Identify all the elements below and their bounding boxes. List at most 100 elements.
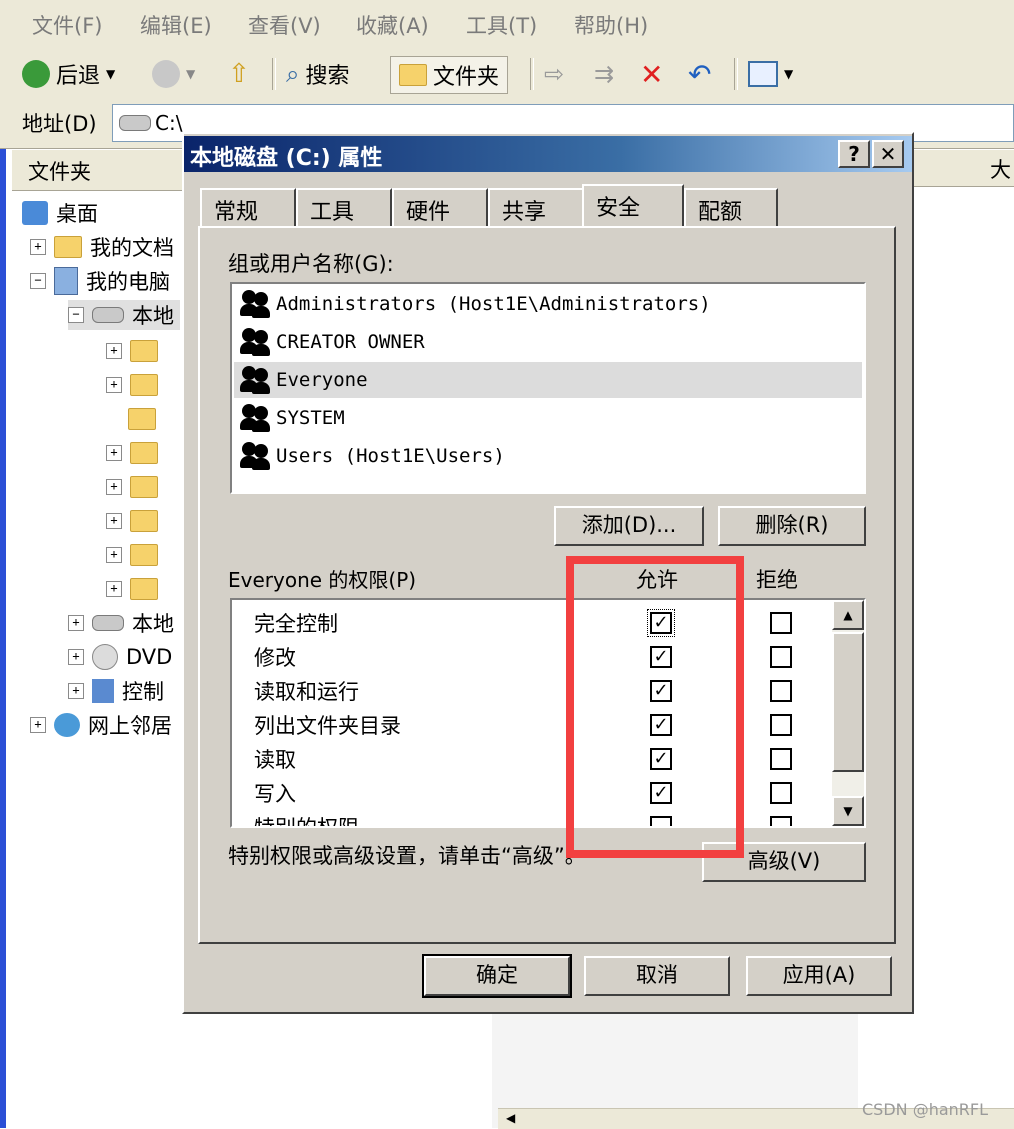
tab-sharing[interactable]: 共享	[488, 188, 584, 226]
user-list-item[interactable]: SYSTEM	[240, 400, 862, 436]
deny-checkbox[interactable]	[770, 782, 792, 804]
tab-hardware[interactable]: 硬件	[392, 188, 488, 226]
search-button[interactable]: ⌕ 搜索	[286, 56, 349, 92]
deny-checkbox[interactable]	[770, 612, 792, 634]
expand-icon[interactable]: +	[106, 445, 122, 461]
column-header-label: 大	[990, 158, 1011, 182]
menu-favorites[interactable]: 收藏(A)	[356, 10, 429, 40]
undo-button[interactable]: ↶	[688, 56, 711, 92]
drive-icon	[92, 615, 124, 631]
tree-item-dvd[interactable]: + DVD	[68, 642, 172, 672]
tree-item-folder[interactable]: +	[106, 472, 158, 502]
collapse-icon[interactable]: −	[30, 273, 46, 289]
tab-quota[interactable]: 配额	[684, 188, 778, 226]
toolbar-separator	[734, 58, 738, 90]
menu-file[interactable]: 文件(F)	[32, 10, 102, 40]
deny-checkbox[interactable]	[770, 646, 792, 668]
forward-arrow-icon	[152, 60, 180, 88]
add-button[interactable]: 添加(D)...	[554, 506, 704, 546]
expand-icon[interactable]: +	[106, 581, 122, 597]
tree-item-my-documents[interactable]: + 我的文档	[30, 232, 174, 262]
expand-icon[interactable]: +	[68, 649, 84, 665]
up-button[interactable]: ⇧	[228, 56, 250, 92]
permission-name: 读取	[254, 748, 296, 772]
dvd-drive-icon	[92, 644, 118, 670]
tree-item-local-disk[interactable]: + 本地	[68, 608, 174, 638]
tab-general[interactable]: 常规	[200, 188, 296, 226]
permission-name: 读取和运行	[254, 680, 359, 704]
close-button[interactable]: ✕	[872, 140, 904, 168]
column-header[interactable]: 大	[910, 150, 1014, 187]
move-to-icon: ⇨	[544, 60, 565, 88]
network-icon	[54, 713, 80, 737]
remove-button[interactable]: 删除(R)	[718, 506, 866, 546]
scroll-down-button[interactable]: ▼	[832, 796, 864, 826]
collapse-icon[interactable]: −	[68, 307, 84, 323]
tree-label: 桌面	[56, 202, 98, 226]
menu-view[interactable]: 查看(V)	[248, 10, 321, 40]
delete-button[interactable]: ✕	[640, 56, 663, 92]
copy-to-button[interactable]: ⇉	[594, 56, 614, 92]
tab-tools[interactable]: 工具	[296, 188, 392, 226]
tree-item-local-disk-c[interactable]: − 本地	[68, 300, 180, 330]
tree-item-folder[interactable]: +	[106, 370, 158, 400]
tree-item-folder[interactable]: +	[106, 336, 158, 366]
expand-icon[interactable]: +	[30, 239, 46, 255]
copy-to-icon: ⇉	[594, 60, 615, 88]
menu-bar: 文件(F) 编辑(E) 查看(V) 收藏(A) 工具(T) 帮助(H)	[0, 0, 1014, 51]
views-button[interactable]: ▼	[748, 56, 793, 92]
control-panel-icon	[92, 679, 114, 703]
cancel-button[interactable]: 取消	[584, 956, 730, 996]
toolbar-separator	[272, 58, 276, 90]
menu-help[interactable]: 帮助(H)	[574, 10, 648, 40]
menu-tools[interactable]: 工具(T)	[466, 10, 537, 40]
expand-icon[interactable]: +	[68, 615, 84, 631]
dialog-title: 本地磁盘 (C:) 属性	[190, 146, 383, 171]
expand-icon[interactable]: +	[106, 513, 122, 529]
apply-button[interactable]: 应用(A)	[746, 956, 892, 996]
folders-button[interactable]: 文件夹	[390, 56, 509, 94]
tree-item-folder[interactable]: +	[106, 574, 158, 604]
user-list-item[interactable]: CREATOR OWNER	[240, 324, 862, 360]
user-name: CREATOR OWNER	[276, 331, 425, 353]
user-list-item-selected[interactable]: Everyone	[234, 362, 862, 398]
tree-item-desktop[interactable]: 桌面	[22, 198, 98, 228]
user-list[interactable]: Administrators (Host1E\Administrators) C…	[230, 282, 866, 494]
deny-checkbox[interactable]	[770, 816, 792, 826]
expand-icon[interactable]: +	[106, 547, 122, 563]
expand-icon[interactable]: +	[106, 479, 122, 495]
address-label: 地址(D)	[22, 112, 97, 136]
tree-label: 我的电脑	[86, 270, 170, 294]
forward-button[interactable]: ▼	[152, 56, 195, 92]
deny-checkbox[interactable]	[770, 748, 792, 770]
user-list-item[interactable]: Users (Host1E\Users)	[240, 438, 862, 474]
permission-name: 完全控制	[254, 612, 338, 636]
computer-icon	[54, 267, 78, 295]
tree-item-folder[interactable]: +	[106, 506, 158, 536]
back-arrow-icon	[22, 60, 50, 88]
deny-checkbox[interactable]	[770, 714, 792, 736]
tree-item-folder[interactable]: +	[106, 438, 158, 468]
expand-icon[interactable]: +	[68, 683, 84, 699]
ok-button[interactable]: 确定	[422, 954, 572, 998]
tree-item-my-computer[interactable]: − 我的电脑	[30, 266, 170, 296]
group-or-user-label: 组或用户名称(G):	[228, 252, 394, 276]
tree-item-network[interactable]: + 网上邻居	[30, 710, 172, 740]
move-to-button[interactable]: ⇨	[544, 56, 564, 92]
tree-item-folder[interactable]: +	[106, 540, 158, 570]
user-list-item[interactable]: Administrators (Host1E\Administrators)	[240, 286, 862, 322]
expand-icon[interactable]: +	[106, 343, 122, 359]
back-button[interactable]: 后退 ▼	[22, 56, 115, 92]
help-button[interactable]: ?	[838, 140, 870, 168]
tree-item-control-panel[interactable]: + 控制	[68, 676, 164, 706]
tab-security[interactable]: 安全	[582, 184, 684, 228]
expand-icon[interactable]: +	[30, 717, 46, 733]
scrollbar-thumb[interactable]	[832, 632, 864, 772]
tree-item-folder[interactable]	[128, 404, 156, 434]
menu-edit[interactable]: 编辑(E)	[140, 10, 212, 40]
expand-icon[interactable]: +	[106, 377, 122, 393]
scroll-up-button[interactable]: ▲	[832, 600, 864, 630]
deny-checkbox[interactable]	[770, 680, 792, 702]
red-highlight-box	[566, 556, 744, 858]
permission-name: 修改	[254, 646, 296, 670]
